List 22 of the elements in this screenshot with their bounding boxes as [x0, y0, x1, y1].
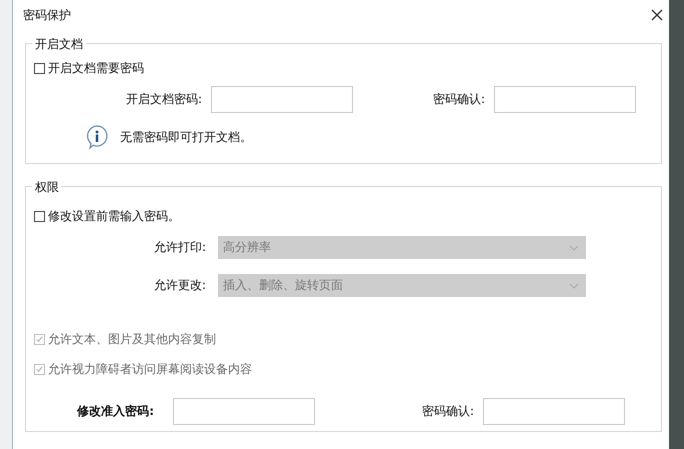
password-field[interactable]	[173, 398, 315, 425]
field-label: 修改准入密码:	[76, 403, 155, 420]
confirm-field[interactable]	[494, 86, 636, 113]
field-label: 密码确认:	[420, 403, 475, 420]
field-label: 允许更改:	[152, 277, 207, 294]
section-title: 权限	[32, 179, 62, 196]
chevron-icon	[569, 282, 579, 288]
chevron-icon	[569, 244, 579, 250]
checkbox[interactable]: 开启文档需要密码	[34, 60, 661, 77]
confirm-field[interactable]	[483, 398, 625, 425]
field-label: 允许打印:	[152, 239, 207, 256]
field-label: 密码确认:	[432, 91, 486, 108]
checkmark-icon	[35, 335, 44, 344]
password-field[interactable]	[211, 86, 353, 113]
close-icon[interactable]	[651, 9, 663, 21]
checkmark-icon	[35, 365, 44, 374]
field-label: 开启文档密码:	[124, 91, 203, 108]
window-title: 密码保护	[23, 6, 71, 24]
info-icon	[84, 124, 110, 150]
section-title: 开启文档	[32, 36, 86, 53]
info-text: 无需密码即可打开文档。	[120, 128, 252, 146]
checkbox[interactable]: 修改设置前需输入密码。	[34, 208, 661, 225]
